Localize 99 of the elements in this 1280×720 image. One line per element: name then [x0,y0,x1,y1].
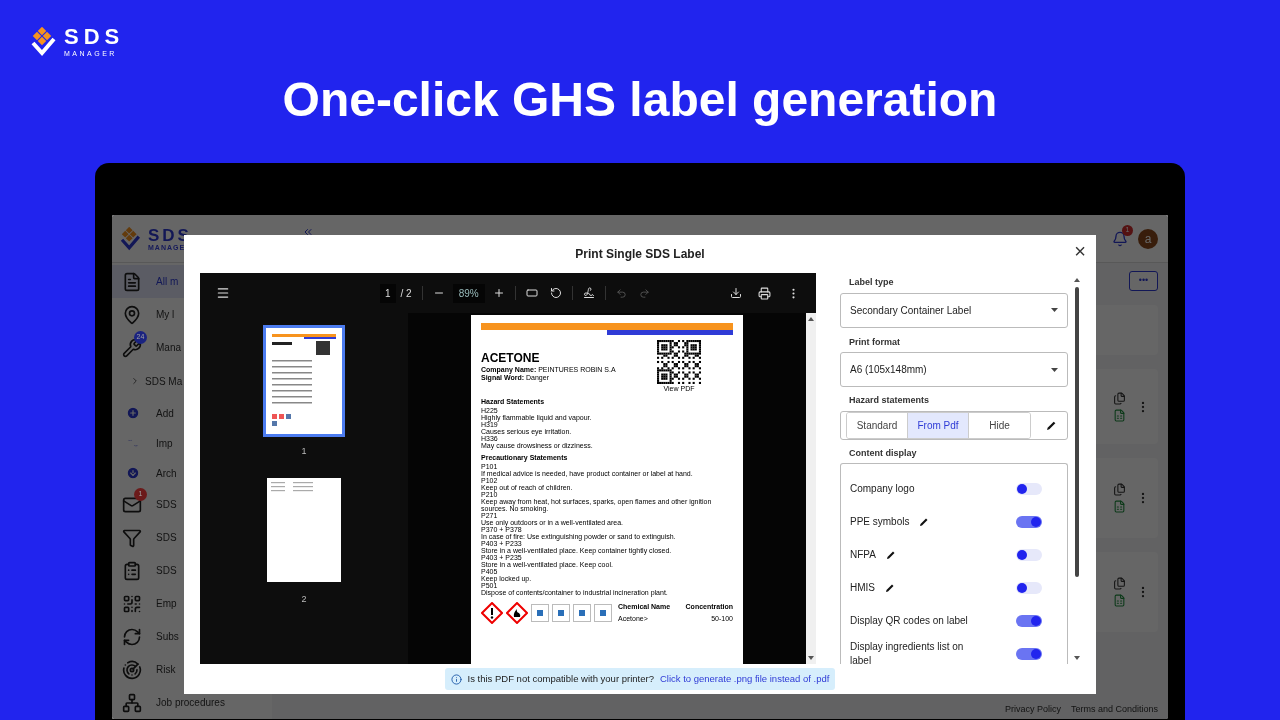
field-legend: Content display [849,446,1068,460]
sidebar-item[interactable]: SDS [112,554,272,587]
documents-icon[interactable] [1113,577,1126,590]
option-label: Display QR codes on label [850,613,968,628]
option-label: PPE symbols [850,514,910,529]
sidebar-item[interactable]: Job procedures [112,686,272,719]
radar-icon [122,659,142,680]
sidebar-label: SDS Ma [145,374,183,389]
download-icon [126,466,140,480]
option-label: Company logo [850,481,915,496]
close-button[interactable]: × [1074,241,1086,261]
sidebar-label: SDS [156,498,177,512]
page-number-field[interactable]: 1 [380,283,396,303]
select-field[interactable]: A6 (105x148mm) [840,352,1068,387]
network-icon [122,692,142,713]
toggle-switch[interactable] [1016,647,1042,660]
sidebar-item[interactable]: SDS Ma [112,364,272,398]
sidebar-label: Arch [156,466,177,481]
sidebar-label: Job procedures [156,696,225,710]
segment-option[interactable]: From Pdf [908,412,969,438]
draw-icon[interactable] [582,287,595,299]
generate-png-link[interactable]: Click to generate .png file instead of .pdf [659,671,830,687]
thumbnail-page-number: 2 [301,592,307,606]
pencil-icon[interactable] [885,549,896,560]
pencil-icon[interactable] [1046,419,1057,431]
toggle-switch[interactable] [1016,515,1042,528]
ppe-symbol-icon [531,604,549,622]
toggle-switch[interactable] [1016,581,1042,594]
more-button[interactable]: ••• [1129,271,1158,291]
toggle-switch[interactable] [1016,548,1042,561]
pencil-icon[interactable] [885,582,895,593]
zoom-field[interactable]: 89% [452,283,485,303]
dialog-title: Print Single SDS Label [575,246,705,263]
exclamation-hazard-icon [481,602,503,624]
field-legend: Print format [849,335,1068,349]
scrollbar[interactable] [806,313,816,664]
dropdown-caret-icon [1051,367,1058,372]
ppe-symbol-icon [573,604,591,622]
fit-page-icon[interactable] [525,287,538,299]
rotate-icon[interactable] [549,287,562,299]
sidebar-label: All m [156,275,179,289]
sidebar-label: Emp [156,597,177,611]
info-icon [450,673,462,685]
zoom-in-icon[interactable] [492,287,505,299]
field-legend: Label type [849,276,1068,290]
ppe-symbol-icon [594,604,612,622]
sidebar-label: Mana [156,341,181,355]
print-icon[interactable] [758,286,771,300]
sidebar-label: Risk [156,663,176,677]
option-label: NFPA [850,547,876,562]
sidebar-item[interactable]: Emp [112,587,272,620]
documents-icon[interactable] [1113,483,1126,496]
sidebar-item[interactable]: Add [112,398,272,428]
toggle-switch[interactable] [1016,614,1042,627]
avatar[interactable]: a [1138,228,1158,249]
pencil-icon[interactable] [919,516,930,527]
sidebar-item[interactable]: Arch [112,458,272,488]
field-legend: Hazard statements [849,394,1068,408]
dropdown-caret-icon [1051,308,1058,312]
flame-hazard-icon [506,602,528,624]
ppe-symbol-icon [552,604,570,622]
chevron-icon [130,376,140,386]
footer-link[interactable]: Terms and Conditions [1070,702,1158,716]
sidebar-label: Add [156,406,174,421]
sidebar-item[interactable]: SDS [112,521,272,554]
thumbnail-page-number: 1 [301,445,307,458]
select-field[interactable]: Secondary Container Label [840,292,1068,328]
logo-name: SDS [64,26,125,48]
documents-icon[interactable] [1113,391,1126,405]
refresh-icon [122,626,142,647]
sidebar-item[interactable]: Subs [112,620,272,653]
sidebar-label: Imp [156,436,173,451]
page-total: / 2 [400,286,412,301]
menu-icon[interactable] [216,286,230,300]
notice-text: Is this PDF not compatible with your printer? [467,671,654,686]
sidebar-label: SDS [156,531,177,545]
sidebar-item[interactable]: Risk [112,653,272,686]
wrench-icon [122,337,142,358]
bell-icon[interactable] [1112,230,1128,247]
plus-icon [126,406,140,420]
qr-code[interactable] [657,340,701,384]
filter-icon [122,527,142,548]
sidebar-item[interactable]: Imp [112,428,272,458]
option-label: HMIS [850,580,875,595]
page-thumbnail[interactable] [263,325,345,437]
clipboard-icon [122,560,142,581]
segment-option[interactable]: Standard [847,412,908,438]
toggle-switch[interactable] [1016,482,1042,495]
option-label: Display ingredients list on label [850,639,965,664]
product-name: ACETONE [481,352,541,364]
sidebar-label: SDS [156,564,177,578]
logo-icon [118,226,142,251]
headline: One-click GHS label generation [281,76,999,124]
download-icon[interactable] [730,287,742,299]
document-icon [122,271,142,292]
location-pin-icon [122,304,142,325]
sidebar-label: Subs [156,630,179,644]
footer-link[interactable]: Privacy Policy [1004,702,1061,716]
qr-code-icon [122,593,142,614]
